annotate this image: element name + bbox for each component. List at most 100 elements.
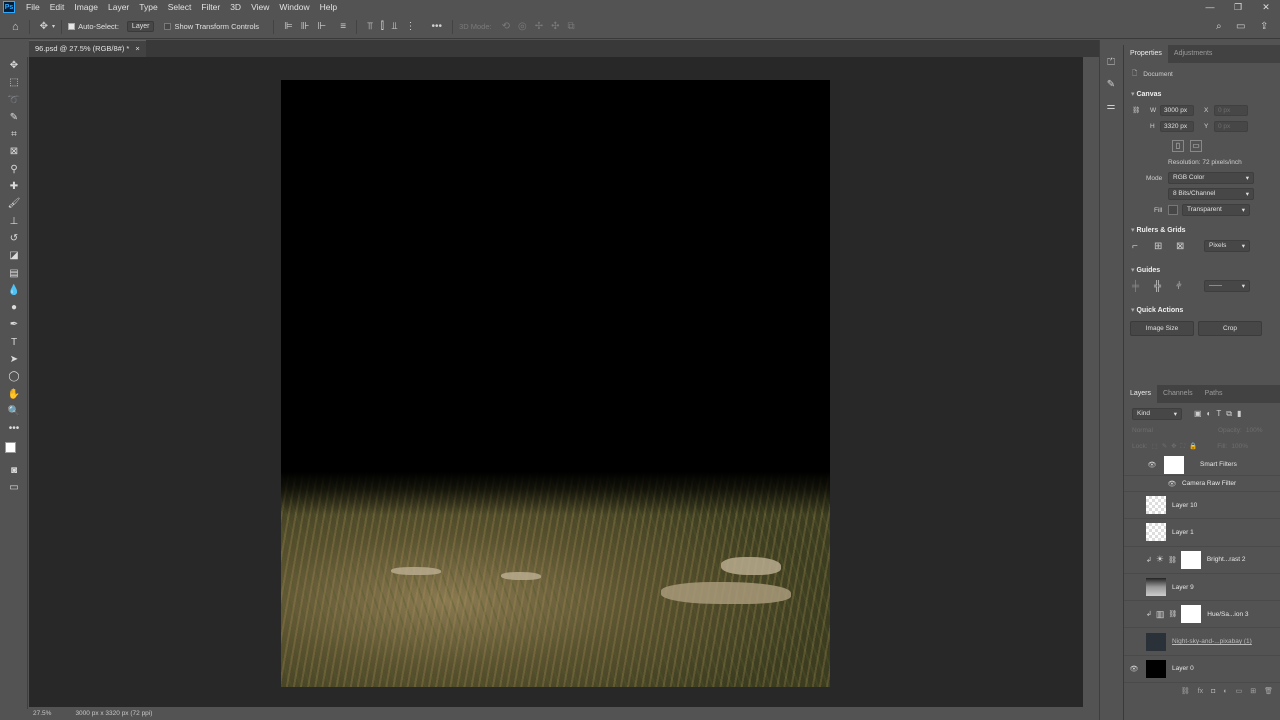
align-top-icon[interactable]: ⫪ [367, 21, 373, 32]
layer-name[interactable]: Layer 0 [1172, 665, 1194, 672]
eye-icon[interactable]: 👁 [1142, 461, 1162, 469]
add-mask-icon[interactable]: ◘ [1211, 688, 1215, 695]
align-center-icon[interactable]: ⊪ [301, 21, 310, 32]
document-tab[interactable]: 96.psd @ 27.5% (RGB/8#) * × [29, 40, 146, 57]
lasso-tool-icon[interactable]: ➰ [0, 92, 28, 109]
opacity-value[interactable]: 100% [1246, 427, 1263, 434]
align-right-icon[interactable]: ⊩ [318, 21, 327, 32]
quick-select-tool-icon[interactable]: ✎ [0, 109, 28, 126]
close-tab-icon[interactable]: × [135, 44, 139, 54]
crop-tool-icon[interactable]: ⌗ [0, 126, 28, 143]
path-select-tool-icon[interactable]: ➤ [0, 351, 28, 368]
distribute-icon[interactable]: ≡ [340, 21, 346, 32]
align-left-icon[interactable]: ⊫ [284, 21, 293, 32]
layer-name[interactable]: Night-sky-and-...pixabay (1) [1172, 638, 1252, 645]
auto-select-dropdown[interactable]: Layer [126, 21, 155, 32]
marquee-tool-icon[interactable]: ⬚ [0, 74, 28, 91]
bit-depth-dropdown[interactable]: 8 Bits/Channel ▾ [1168, 188, 1254, 200]
layer-row[interactable]: Layer 10 [1124, 492, 1280, 520]
fx-icon[interactable]: fx [1198, 688, 1203, 695]
image-size-button[interactable]: Image Size [1130, 320, 1194, 336]
fill-value[interactable]: 100% [1231, 443, 1248, 450]
mode-dropdown[interactable]: RGB Color ▾ [1168, 172, 1254, 184]
type-tool-icon[interactable]: T [0, 334, 28, 351]
guide-from-shape-icon[interactable]: ⫩ [1176, 281, 1198, 292]
height-field[interactable]: 3320 px [1160, 120, 1194, 132]
layer-name[interactable]: Hue/Sa...ion 3 [1207, 611, 1248, 618]
layer-name[interactable]: Layer 9 [1172, 584, 1194, 591]
tab-paths[interactable]: Paths [1199, 385, 1229, 403]
eye-icon[interactable]: 👁 [1124, 665, 1144, 673]
close-button[interactable]: ✕ [1252, 0, 1280, 14]
adjustment-layer-icon[interactable]: ◐ [1223, 688, 1227, 695]
brush-tool-icon[interactable]: 🖌 [0, 195, 28, 212]
layer-name[interactable]: Layer 1 [1172, 529, 1194, 536]
rulers-section-title[interactable]: Rulers & Grids [1124, 222, 1280, 238]
layer-name[interactable]: Bright...rast 2 [1207, 556, 1246, 563]
layer-name[interactable]: Layer 10 [1172, 502, 1197, 509]
align-middle-icon[interactable]: ⫿ [381, 21, 384, 32]
history-brush-tool-icon[interactable]: ↺ [0, 230, 28, 247]
brush-settings-icon[interactable]: ✎ [1100, 74, 1122, 96]
crop-button[interactable]: Crop [1198, 320, 1262, 336]
menu-help[interactable]: Help [315, 2, 342, 12]
layer-row[interactable]: 👁 Smart Filters [1124, 454, 1280, 476]
width-field[interactable]: 3000 px [1160, 104, 1194, 116]
menu-file[interactable]: File [21, 2, 45, 12]
workspace-icon[interactable]: ▭ [1236, 21, 1245, 32]
home-icon[interactable]: ⌂ [12, 21, 19, 33]
guide-layout-icon[interactable]: ╬ [1154, 281, 1176, 292]
adjustments-panel-icon[interactable]: ⚌ [1100, 96, 1122, 118]
foreground-color[interactable] [5, 441, 16, 453]
fill-dropdown[interactable]: Transparent ▾ [1182, 204, 1250, 216]
menu-window[interactable]: Window [274, 2, 314, 12]
move-tool-icon[interactable]: ✥ [0, 57, 28, 74]
layer-row[interactable]: Night-sky-and-...pixabay (1) [1124, 628, 1280, 656]
layer-row[interactable]: ↲ ▥ ⛓ Hue/Sa...ion 3 [1124, 601, 1280, 629]
clone-stamp-tool-icon[interactable]: ⊥ [0, 213, 28, 230]
tab-adjustments[interactable]: Adjustments [1168, 45, 1219, 63]
x-field[interactable]: 0 px [1214, 104, 1248, 116]
3d-orbit-icon[interactable]: ⟲ [502, 21, 510, 32]
menu-image[interactable]: Image [69, 2, 103, 12]
share-icon[interactable]: ⇪ [1260, 21, 1268, 32]
menu-type[interactable]: Type [134, 2, 162, 12]
search-icon[interactable]: ⌕ [1216, 21, 1222, 32]
zoom-level[interactable]: 27.5% [33, 710, 51, 717]
dodge-tool-icon[interactable]: ● [0, 299, 28, 316]
quick-mask-icon[interactable]: ◙ [0, 462, 28, 479]
color-swatches[interactable] [0, 438, 27, 462]
link-layers-icon[interactable]: ⛓ [1181, 687, 1190, 695]
lock-icons[interactable]: ⬚✎✥⛶🔒 [1152, 442, 1202, 451]
3d-scale-icon[interactable]: ⧉ [568, 21, 575, 32]
new-layer-icon[interactable]: ⊞ [1250, 687, 1256, 695]
3d-slide-icon[interactable]: ✣ [551, 21, 559, 32]
chevron-down-icon[interactable]: ▾ [52, 23, 55, 30]
frame-tool-icon[interactable]: ⊠ [0, 143, 28, 160]
pixel-grid-icon[interactable]: ⊠ [1176, 241, 1204, 252]
eraser-tool-icon[interactable]: ◪ [0, 247, 28, 264]
layer-name[interactable]: Smart Filters [1200, 461, 1237, 468]
more-options-icon[interactable]: ••• [432, 21, 443, 32]
guide-style-dropdown[interactable]: —— ▾ [1204, 280, 1250, 292]
portrait-icon[interactable]: ▯ [1172, 140, 1184, 152]
eye-icon[interactable]: 👁 [1162, 480, 1182, 488]
delete-layer-icon[interactable]: 🗑 [1264, 687, 1273, 695]
transform-controls-checkbox[interactable] [164, 23, 172, 30]
gradient-tool-icon[interactable]: ▤ [0, 265, 28, 282]
filter-type-icons[interactable]: ▣◐T⧉▮ [1194, 409, 1246, 419]
ruler-icon[interactable]: ⌐ [1132, 241, 1154, 252]
menu-edit[interactable]: Edit [45, 2, 70, 12]
move-tool-icon[interactable]: ✥ [40, 21, 48, 32]
history-panel-icon[interactable]: ⏍ [1100, 52, 1122, 74]
canvas-section-title[interactable]: Canvas [1124, 86, 1280, 102]
minimize-button[interactable]: — [1196, 0, 1224, 14]
blur-tool-icon[interactable]: 💧 [0, 282, 28, 299]
menu-view[interactable]: View [246, 2, 274, 12]
3d-pan-icon[interactable]: ✢ [535, 21, 543, 32]
document-canvas[interactable] [281, 80, 830, 687]
blend-mode-dropdown[interactable]: Normal [1132, 427, 1218, 434]
auto-select-checkbox[interactable] [68, 23, 76, 30]
eyedropper-tool-icon[interactable]: ⚲ [0, 161, 28, 178]
quick-actions-section-title[interactable]: Quick Actions [1124, 302, 1280, 318]
